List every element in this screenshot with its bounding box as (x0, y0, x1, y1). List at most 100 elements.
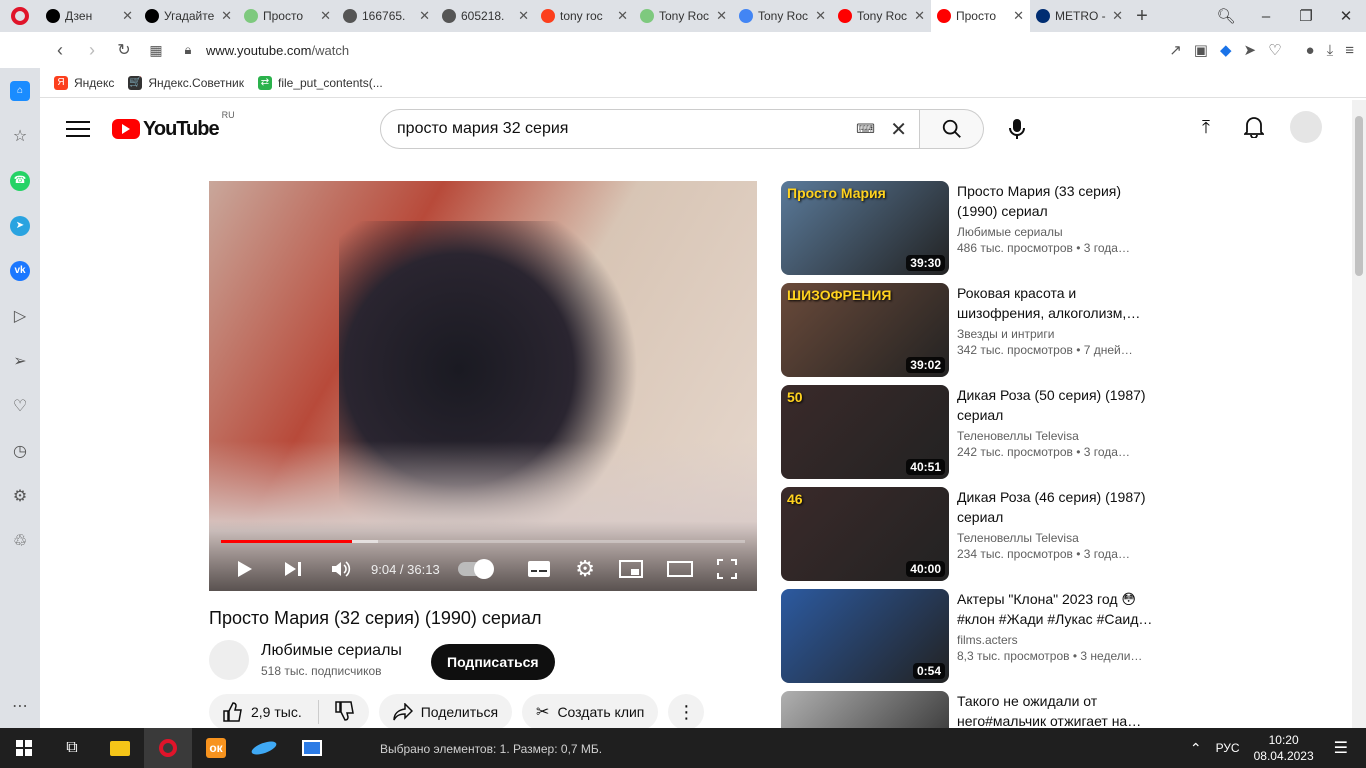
tab-close-icon[interactable]: ✕ (221, 8, 232, 24)
bookmark-item[interactable]: 🛒 Яндекс.Советник (128, 75, 244, 90)
browser-tab[interactable]: Просто ✕ (238, 0, 337, 32)
notification-center-icon[interactable]: ☰ (1334, 738, 1348, 758)
home-icon[interactable]: ⌂ (0, 68, 40, 113)
tab-close-icon[interactable]: ✕ (518, 8, 529, 24)
tab-close-icon[interactable]: ✕ (419, 8, 430, 24)
whatsapp-icon[interactable]: ☎ (0, 158, 40, 203)
search-tabs-icon[interactable]: 🔍︎ (1206, 7, 1246, 25)
tab-close-icon[interactable]: ✕ (716, 8, 727, 24)
related-video-thumbnail[interactable]: 46 40:00 (781, 487, 949, 581)
related-video-title[interactable]: Просто Мария (33 серия) (1990) сериал (957, 181, 1157, 221)
volume-icon[interactable] (317, 551, 365, 587)
channel-name[interactable]: Любимые сериалы (261, 642, 402, 660)
player-icon[interactable]: ▷ (0, 293, 40, 338)
tab-close-icon[interactable]: ✕ (617, 8, 628, 24)
like-button[interactable]: 2,9 тыс. (223, 702, 302, 722)
browser-tab[interactable]: 166765. ✕ (337, 0, 436, 32)
heart-icon[interactable]: ♡ (1268, 41, 1281, 59)
minimize-button[interactable]: – (1246, 8, 1286, 25)
speed-dial-icon[interactable]: ▦ (140, 42, 172, 59)
favorites-heart-icon[interactable]: ♡ (0, 383, 40, 428)
tab-close-icon[interactable]: ✕ (914, 8, 925, 24)
bookmark-item[interactable]: Я Яндекс (54, 75, 114, 90)
profile-icon[interactable]: ● (1306, 42, 1315, 59)
download-icon[interactable]: ⤓ (1327, 42, 1334, 59)
tray-chevron-icon[interactable]: ⌃ (1190, 740, 1202, 757)
voice-search-mic-icon[interactable] (1002, 114, 1032, 144)
clear-search-icon[interactable]: ✕ (890, 117, 907, 142)
more-actions-icon[interactable]: ⋮ (668, 694, 705, 728)
related-video-thumbnail[interactable]: Просто Мария 39:30 (781, 181, 949, 275)
related-video-item[interactable]: ШИЗОФРЕНИЯ 39:02 Роковая красота и шизофре… (781, 283, 1161, 377)
channel-avatar[interactable] (209, 640, 249, 680)
miniplayer-icon[interactable] (619, 551, 643, 587)
menu-icon[interactable]: ≡ (1345, 42, 1354, 59)
progress-bar[interactable] (221, 540, 745, 543)
file-explorer-icon[interactable] (96, 728, 144, 768)
fullscreen-icon[interactable] (717, 551, 737, 587)
related-video-thumbnail[interactable]: 50 40:51 (781, 385, 949, 479)
forward-button[interactable]: › (76, 40, 108, 61)
subscribe-button[interactable]: Подписаться (431, 644, 555, 680)
share-icon[interactable]: ↗ (1169, 41, 1182, 59)
more-dots-icon[interactable]: ⋯ (0, 683, 40, 728)
create-clip-button[interactable]: ✂ Создать клип (522, 694, 659, 728)
related-video-item[interactable]: Просто Мария 39:30 Просто Мария (33 серия)… (781, 181, 1161, 275)
scrollbar-thumb[interactable] (1355, 116, 1363, 276)
vpn-shield-icon[interactable]: ◆ (1220, 41, 1232, 59)
dislike-button[interactable] (334, 700, 355, 724)
related-video-title[interactable]: Роковая красота и шизофрения, алкоголизм… (957, 283, 1157, 323)
browser-tab[interactable]: tony roc ✕ (535, 0, 634, 32)
send-icon[interactable]: ➤ (1244, 41, 1257, 59)
settings-gear-icon[interactable]: ⚙ (0, 473, 40, 518)
tab-close-icon[interactable]: ✕ (1013, 8, 1024, 24)
restore-button[interactable]: ❐ (1286, 7, 1326, 25)
share-button[interactable]: Поделиться (378, 694, 513, 728)
related-video-channel[interactable]: Теленовеллы Televisa (957, 429, 1157, 443)
send-icon[interactable]: ➢ (0, 338, 40, 383)
browser-tab[interactable]: Tony Roc ✕ (832, 0, 931, 32)
related-video-channel[interactable]: films.acters (957, 633, 1157, 647)
telegram-icon[interactable]: ➤ (0, 203, 40, 248)
related-video-channel[interactable]: Звезды и интриги (957, 327, 1157, 341)
app-swoosh-icon[interactable] (240, 728, 288, 768)
tab-close-icon[interactable]: ✕ (815, 8, 826, 24)
related-video-title[interactable]: Дикая Роза (50 серия) (1987) сериал (957, 385, 1157, 425)
camera-icon[interactable]: ▣ (1194, 41, 1208, 59)
related-video-thumbnail[interactable]: ШИЗОФРЕНИЯ 39:02 (781, 283, 949, 377)
back-button[interactable]: ‹ (44, 40, 76, 61)
related-video-channel[interactable]: Любимые сериалы (957, 225, 1157, 239)
play-icon[interactable] (221, 551, 269, 587)
keyboard-icon[interactable]: ⌨ (856, 121, 875, 137)
history-clock-icon[interactable]: ◷ (0, 428, 40, 473)
related-video-title[interactable]: Такого не ожидали от него#мальчик отжига… (957, 691, 1157, 728)
search-button[interactable] (920, 109, 984, 149)
tab-close-icon[interactable]: ✕ (1112, 8, 1123, 24)
autoplay-toggle[interactable] (457, 559, 494, 579)
subtitles-icon[interactable] (527, 551, 551, 587)
opera-logo-icon[interactable] (0, 0, 40, 32)
task-view-icon[interactable]: ⧉ (48, 728, 96, 768)
star-icon[interactable]: ☆ (0, 113, 40, 158)
search-input[interactable]: просто мария 32 серия ⌨ ✕ (380, 109, 920, 149)
bookmark-item[interactable]: ⇄ file_put_contents(... (257, 75, 383, 90)
related-video-item[interactable]: Такого не ожидали от него#мальчик отжига… (781, 691, 1161, 728)
close-window-button[interactable]: ✕ (1326, 7, 1366, 25)
input-language[interactable]: РУС (1216, 741, 1240, 755)
related-video-item[interactable]: 0:54 Актеры "Клона" 2023 год 😳 #клон #Жад… (781, 589, 1161, 683)
windows-start-icon[interactable] (0, 728, 48, 768)
url-field[interactable]: www.youtube.com/watch (206, 43, 349, 58)
account-avatar[interactable] (1290, 111, 1322, 143)
opera-taskbar-icon[interactable] (144, 728, 192, 768)
related-video-thumbnail[interactable] (781, 691, 949, 728)
tips-bulb-icon[interactable]: ♲ (0, 518, 40, 563)
browser-tab[interactable]: Дзен ✕ (40, 0, 139, 32)
related-video-title[interactable]: Актеры "Клона" 2023 год 😳 #клон #Жади #Л… (957, 589, 1157, 629)
related-video-item[interactable]: 50 40:51 Дикая Роза (50 серия) (1987) сери… (781, 385, 1161, 479)
hamburger-menu-icon[interactable] (66, 121, 90, 137)
page-scrollbar[interactable] (1352, 100, 1366, 728)
browser-tab[interactable]: Tony Roc ✕ (733, 0, 832, 32)
related-video-channel[interactable]: Теленовеллы Televisa (957, 531, 1157, 545)
browser-tab[interactable]: 605218. ✕ (436, 0, 535, 32)
related-video-item[interactable]: 46 40:00 Дикая Роза (46 серия) (1987) сери… (781, 487, 1161, 581)
